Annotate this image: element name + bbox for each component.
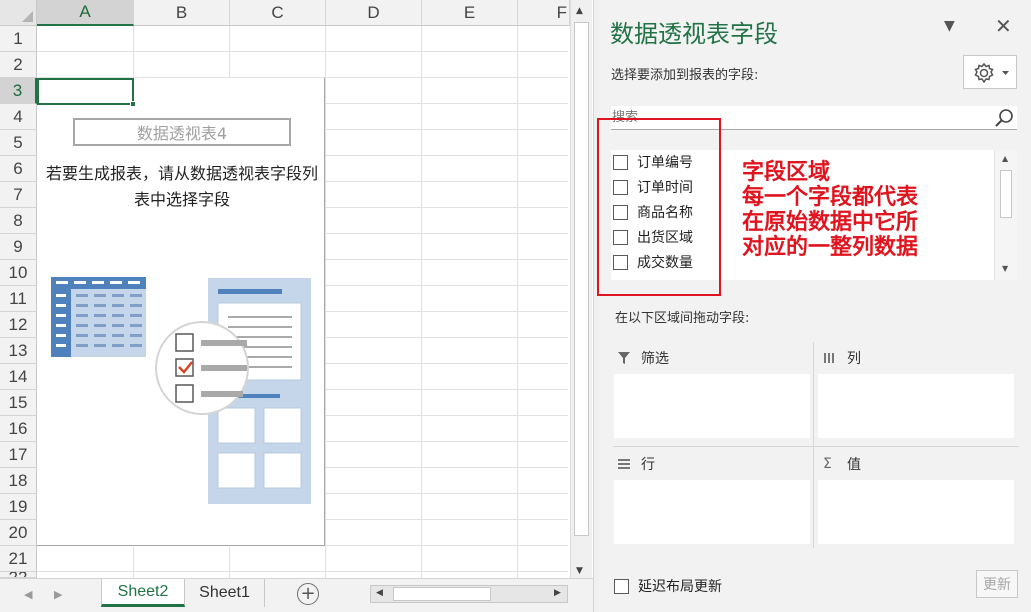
vertical-scroll-thumb[interactable] bbox=[574, 22, 589, 536]
horizontal-scroll-thumb[interactable] bbox=[393, 587, 491, 601]
columns-drop-zone[interactable] bbox=[818, 374, 1014, 438]
pivot-illustration bbox=[51, 277, 311, 504]
values-drop-zone[interactable] bbox=[818, 480, 1014, 544]
values-zone-header: Σ 值 bbox=[823, 456, 861, 473]
annotation-highlight-box bbox=[597, 118, 721, 296]
next-sheet-icon[interactable]: ▶ bbox=[54, 588, 62, 601]
scroll-down-icon[interactable]: ▼ bbox=[1002, 264, 1008, 273]
rows-icon bbox=[618, 459, 630, 469]
scroll-up-icon[interactable]: ▲ bbox=[1002, 154, 1008, 163]
sigma-icon: Σ bbox=[823, 456, 832, 472]
defer-checkbox[interactable] bbox=[614, 578, 629, 594]
tab-sheet1[interactable]: Sheet1 bbox=[185, 579, 265, 607]
field-list-scroll-thumb[interactable] bbox=[1000, 170, 1012, 218]
sheet-tab-bar: ◀ ▶ Sheet2 Sheet1 + ◀ ▶ bbox=[0, 578, 594, 612]
pane-options-chevron-icon[interactable]: ▼ bbox=[944, 18, 955, 34]
columns-icon bbox=[824, 353, 834, 363]
gear-icon bbox=[974, 62, 1009, 84]
vertical-scrollbar[interactable]: ▲ ▼ bbox=[570, 0, 592, 582]
filter-icon bbox=[618, 352, 630, 364]
rows-zone-header: 行 bbox=[617, 450, 655, 478]
field-list-scrollbar[interactable]: ▲ ▼ bbox=[994, 150, 1017, 280]
columns-zone-header: 列 bbox=[823, 344, 861, 372]
pane-title: 数据透视表字段 bbox=[610, 20, 778, 48]
scroll-down-icon[interactable]: ▼ bbox=[576, 566, 583, 576]
filters-drop-zone[interactable] bbox=[614, 374, 810, 438]
add-sheet-button[interactable]: + bbox=[297, 583, 319, 605]
rows-drop-zone[interactable] bbox=[614, 480, 810, 544]
scroll-up-icon[interactable]: ▲ bbox=[576, 6, 583, 16]
field-settings-button[interactable] bbox=[963, 55, 1017, 89]
scroll-right-icon[interactable]: ▶ bbox=[554, 588, 561, 598]
horizontal-scrollbar[interactable]: ◀ ▶ bbox=[370, 585, 568, 603]
filters-zone-header: 筛选 bbox=[617, 344, 669, 372]
table-graphic-icon bbox=[51, 277, 146, 357]
choose-fields-label: 选择要添加到报表的字段: bbox=[611, 68, 759, 83]
close-icon[interactable]: ✕ bbox=[995, 14, 1012, 38]
pivot-fields-pane: 数据透视表字段 ▼ ✕ 选择要添加到报表的字段: 搜索 订单编号 订单时间 商品… bbox=[599, 0, 1031, 612]
tab-sheet2[interactable]: Sheet2 bbox=[101, 579, 185, 607]
update-button[interactable]: 更新 bbox=[976, 570, 1018, 598]
defer-layout-update[interactable]: 延迟布局更新 bbox=[614, 576, 722, 596]
prev-sheet-icon[interactable]: ◀ bbox=[24, 588, 32, 601]
search-icon[interactable] bbox=[993, 107, 1015, 129]
drag-fields-label: 在以下区域间拖动字段: bbox=[615, 311, 750, 326]
spreadsheet-grid[interactable]: A B C D E F 1 2 3 4 5 6 7 8 9 10 11 12 1… bbox=[0, 0, 594, 612]
checklist-circle-icon bbox=[155, 321, 249, 415]
scroll-left-icon[interactable]: ◀ bbox=[376, 588, 383, 598]
annotation-text: 字段区域 每一个字段都代表 在原始数据中它所 对应的一整列数据 bbox=[742, 160, 919, 260]
